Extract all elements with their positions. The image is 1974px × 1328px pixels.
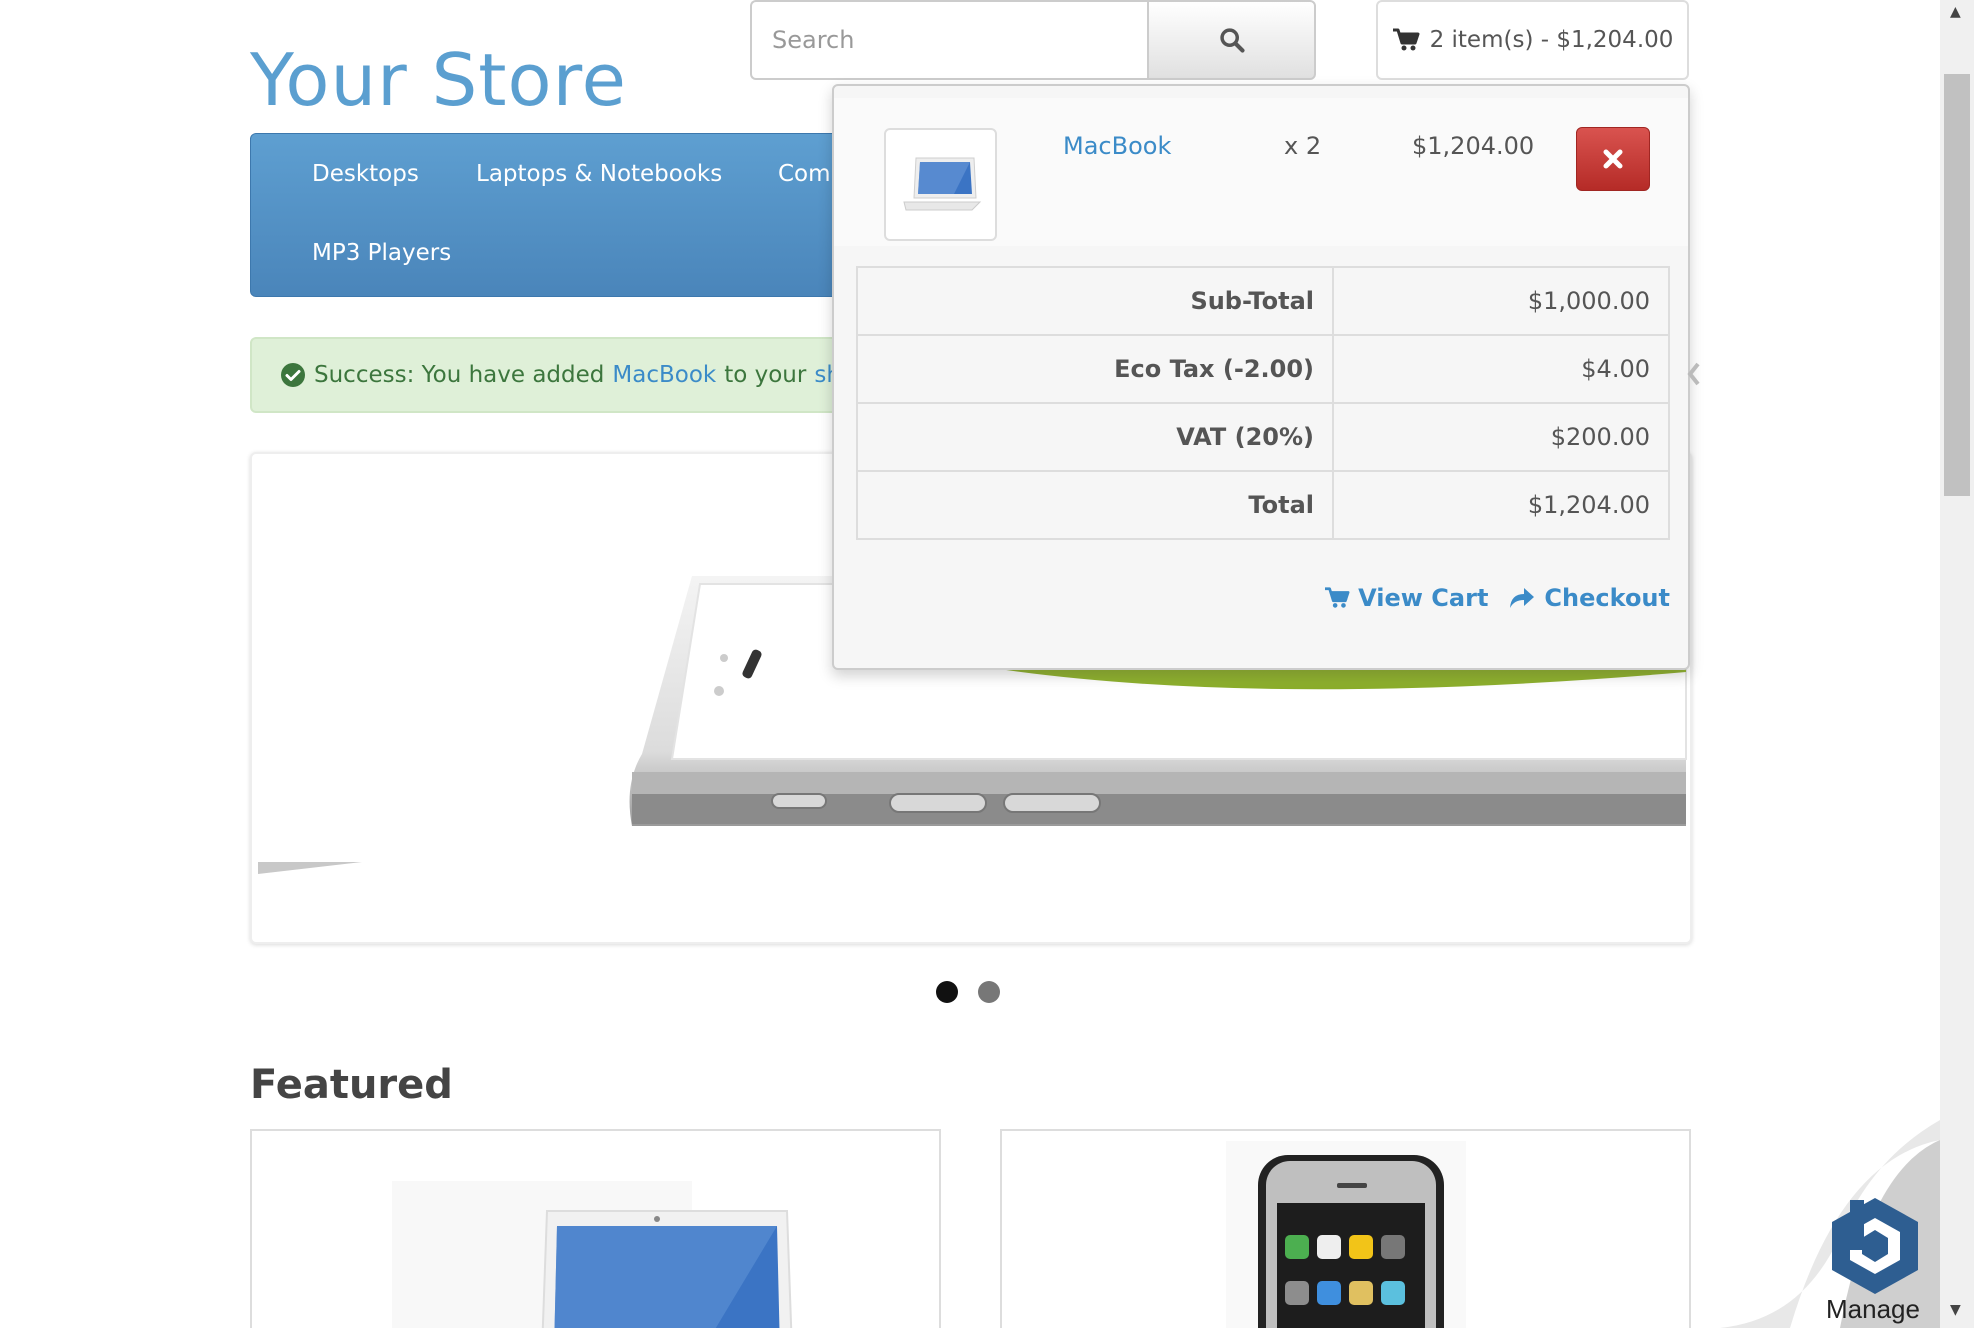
cart-actions: View Cart Checkout <box>1324 584 1670 612</box>
store-logo-title[interactable]: Your Store <box>250 38 627 122</box>
search-button[interactable] <box>1147 0 1316 80</box>
totals-row-subtotal: Sub-Total $1,000.00 <box>856 266 1670 336</box>
remove-item-button[interactable] <box>1576 127 1650 191</box>
shopping-cart-icon <box>1325 587 1350 608</box>
checkout-link[interactable]: Checkout <box>1508 584 1670 612</box>
totals-label: VAT (20%) <box>856 402 1334 472</box>
share-arrow-icon <box>1510 588 1535 608</box>
slideshow-dot-2[interactable] <box>978 981 1000 1003</box>
slideshow-pagination <box>936 981 1000 1003</box>
totals-value: $1,204.00 <box>1332 470 1670 540</box>
totals-label: Eco Tax (-2.00) <box>856 334 1334 404</box>
totals-value: $4.00 <box>1332 334 1670 404</box>
alert-middle-text: to your <box>724 362 807 388</box>
product-card-macbook[interactable] <box>250 1129 941 1328</box>
cart-product-row: MacBook x 2 $1,204.00 <box>834 98 1688 246</box>
search-icon <box>1219 28 1245 53</box>
slideshow-next-arrow-icon[interactable] <box>1686 362 1702 386</box>
scrollbar-thumb[interactable] <box>1944 74 1970 496</box>
view-cart-label: View Cart <box>1358 584 1489 612</box>
checkout-label: Checkout <box>1544 584 1670 612</box>
totals-row-vat: VAT (20%) $200.00 <box>856 402 1670 472</box>
cart-product-price: $1,204.00 <box>1412 132 1535 160</box>
product-card-iphone[interactable] <box>1000 1129 1691 1328</box>
search-input[interactable] <box>750 0 1147 80</box>
close-icon <box>1603 149 1623 169</box>
cart-totals-table: Sub-Total $1,000.00 Eco Tax (-2.00) $4.0… <box>856 266 1670 540</box>
shopping-cart-icon <box>1392 28 1420 51</box>
totals-value: $1,000.00 <box>1332 266 1670 336</box>
cart-product-name-link[interactable]: MacBook <box>1063 132 1171 160</box>
scroll-up-arrow-icon[interactable]: ▲ <box>1950 4 1961 20</box>
cart-product-quantity: x 2 <box>1284 132 1322 160</box>
alert-product-link[interactable]: MacBook <box>612 362 716 388</box>
cart-summary-text: 2 item(s) - $1,204.00 <box>1429 27 1674 53</box>
menu-item-desktops[interactable]: Desktops <box>312 161 419 187</box>
manage-widget-label[interactable]: Manage <box>1826 1294 1920 1325</box>
scroll-down-arrow-icon[interactable]: ▼ <box>1950 1302 1961 1318</box>
totals-row-eco-tax: Eco Tax (-2.00) $4.00 <box>856 334 1670 404</box>
slideshow-dot-1[interactable] <box>936 981 958 1003</box>
totals-label: Sub-Total <box>856 266 1334 336</box>
alert-prefix-text: Success: You have added <box>314 362 605 388</box>
macbook-product-image <box>392 1181 793 1328</box>
view-cart-link[interactable]: View Cart <box>1324 584 1488 612</box>
search-bar <box>750 0 1316 80</box>
totals-row-total: Total $1,204.00 <box>856 470 1670 540</box>
cart-product-thumbnail[interactable] <box>884 128 997 241</box>
totals-value: $200.00 <box>1332 402 1670 472</box>
iphone-product-image <box>1226 1141 1466 1328</box>
menu-item-mp3-players[interactable]: MP3 Players <box>312 240 451 266</box>
totals-label: Total <box>856 470 1334 540</box>
cart-button[interactable]: 2 item(s) - $1,204.00 <box>1376 0 1689 80</box>
cart-dropdown: MacBook x 2 $1,204.00 Sub-Total $1,000.0… <box>832 84 1690 670</box>
check-circle-icon <box>281 363 305 387</box>
featured-heading: Featured <box>250 1062 453 1108</box>
page-scrollbar[interactable]: ▲ ▼ <box>1940 0 1974 1328</box>
menu-item-laptops-notebooks[interactable]: Laptops & Notebooks <box>476 161 722 187</box>
macbook-thumbnail-image <box>902 157 981 210</box>
